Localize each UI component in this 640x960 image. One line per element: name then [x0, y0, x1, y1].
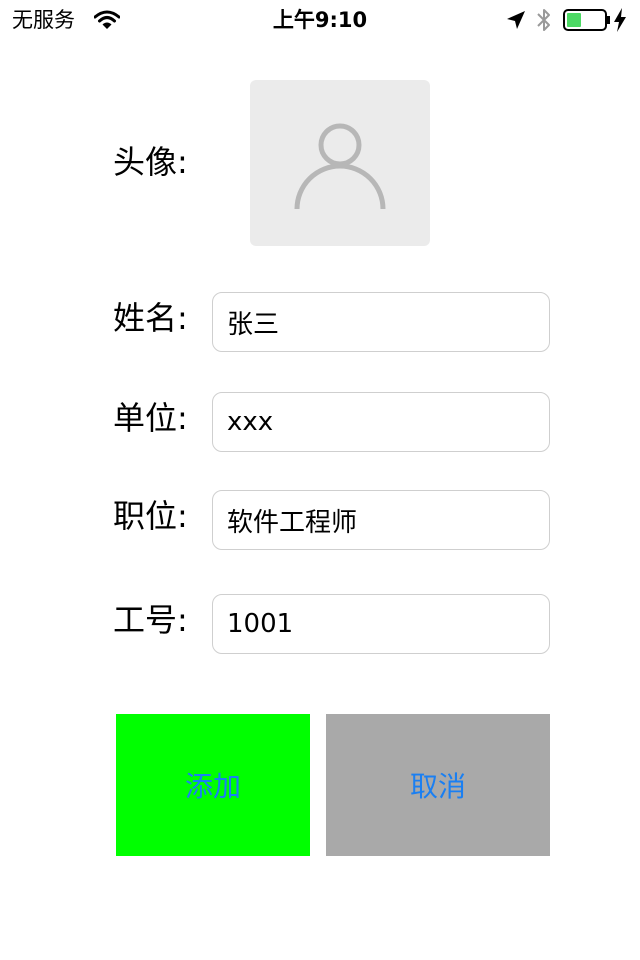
battery-icon: [563, 9, 610, 31]
employee-id-label: 工号:: [113, 601, 188, 639]
add-button[interactable]: 添加: [116, 714, 310, 856]
position-input[interactable]: [212, 490, 550, 550]
company-input[interactable]: [212, 392, 550, 452]
status-bar: 无服务 上午9:10: [0, 0, 640, 40]
name-input[interactable]: [212, 292, 550, 352]
charging-bolt-icon: [614, 8, 626, 32]
position-label: 职位:: [113, 497, 188, 535]
employee-id-input[interactable]: [212, 594, 550, 654]
person-placeholder-icon: [294, 123, 386, 210]
company-label: 单位:: [113, 399, 188, 437]
avatar-label: 头像:: [113, 143, 188, 181]
location-arrow-icon: [507, 11, 525, 29]
bluetooth-icon: [537, 9, 550, 31]
avatar-picker[interactable]: [250, 80, 430, 246]
name-label: 姓名:: [113, 299, 188, 337]
cancel-button[interactable]: 取消: [326, 714, 550, 856]
screen: 无服务 上午9:10 头像: 姓名: 单位:: [0, 0, 640, 960]
